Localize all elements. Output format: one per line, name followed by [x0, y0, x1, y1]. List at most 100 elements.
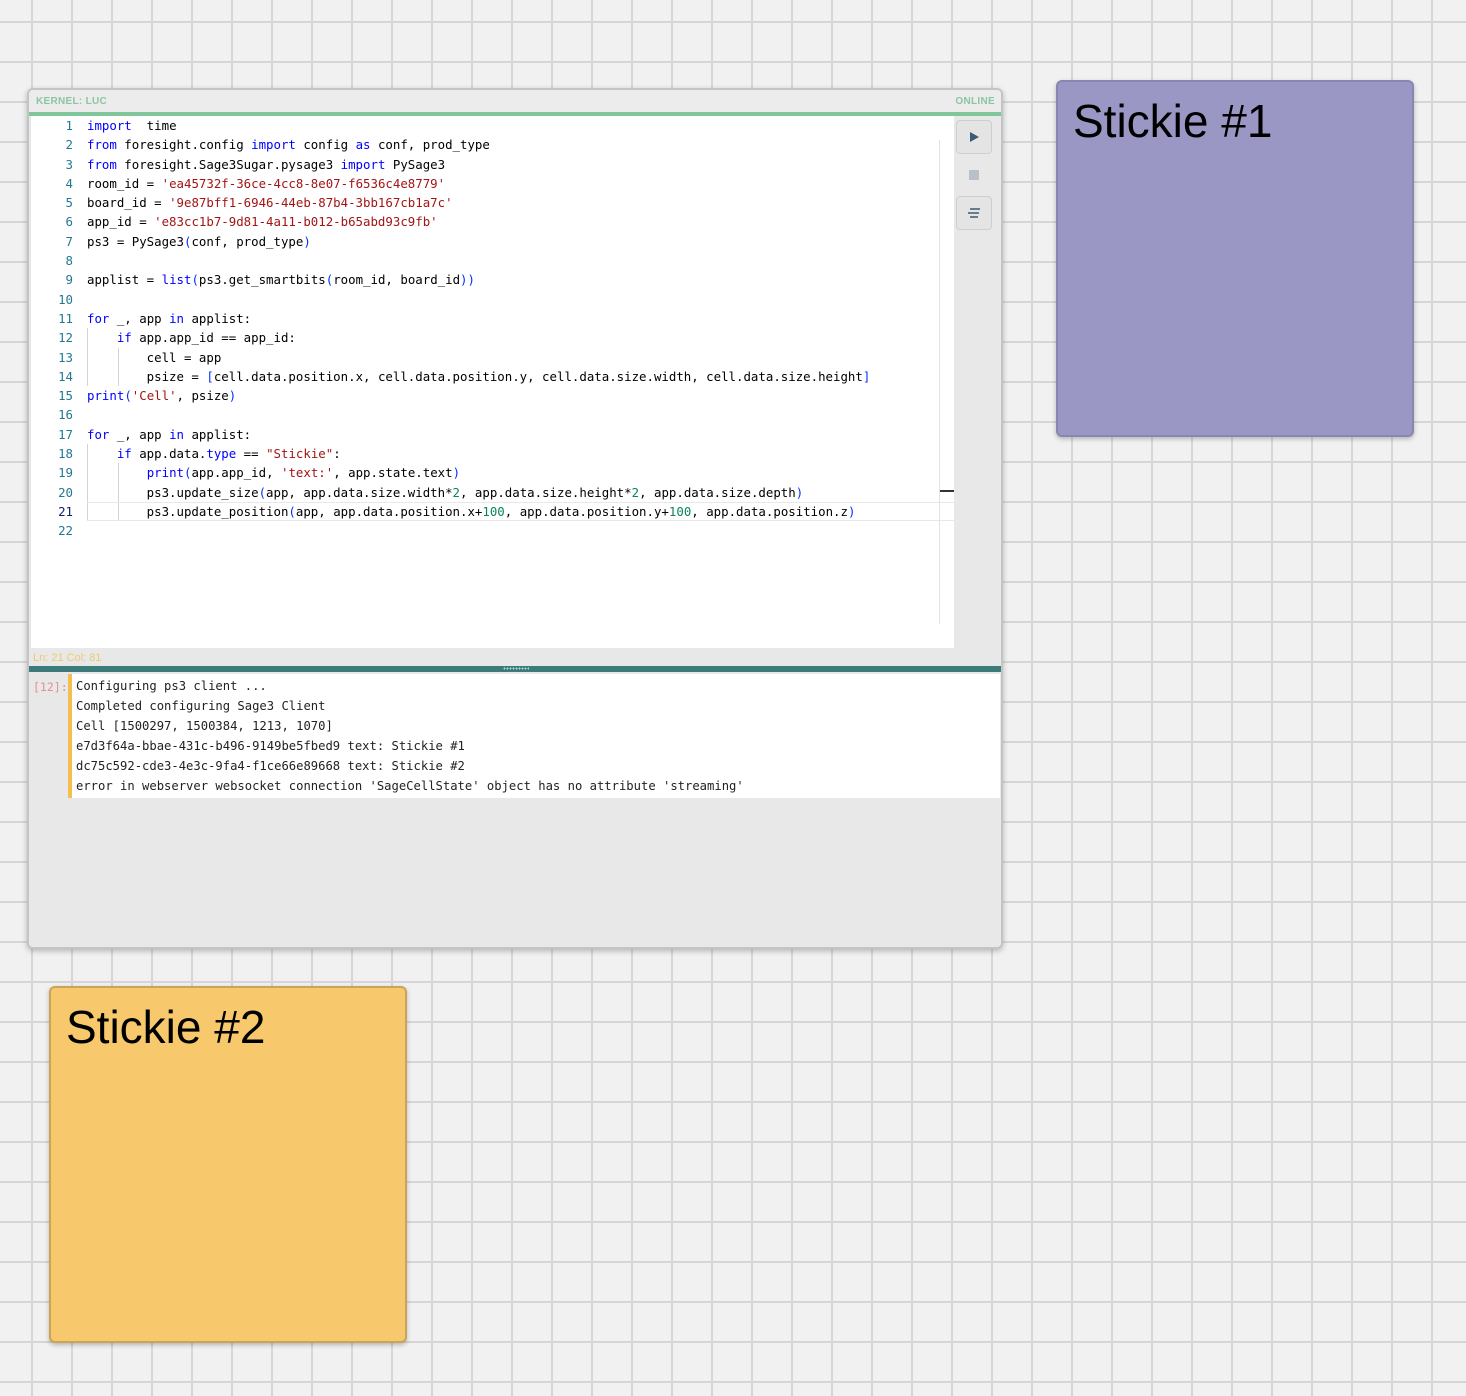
line-number: 11: [58, 310, 73, 326]
code-text[interactable]: cell = app: [87, 347, 954, 367]
code-text[interactable]: if app.app_id == app_id:: [87, 328, 954, 348]
output-line: dc75c592-cde3-4e3c-9fa4-f1ce66e89668 tex…: [76, 759, 465, 773]
code-line[interactable]: 6 app_id = 'e83cc1b7-9d81-4a11-b012-b65ab…: [31, 212, 954, 231]
code-token: (: [258, 484, 267, 500]
indent-guide: [87, 463, 88, 483]
code-text[interactable]: import time: [87, 116, 954, 135]
kernel-label[interactable]: KERNEL: LUC: [36, 96, 107, 107]
code-token: import: [340, 156, 386, 172]
code-line[interactable]: 15 print('Cell', psize): [31, 386, 954, 405]
code-line[interactable]: 8: [31, 251, 954, 270]
code-lines[interactable]: 1 import time 2 from foresight.config impor…: [31, 116, 954, 541]
code-token: PySage3: [385, 156, 446, 172]
code-line[interactable]: 22: [31, 521, 954, 540]
code-text[interactable]: from foresight.config import config as c…: [87, 135, 954, 154]
code-line[interactable]: 5 board_id = '9e87bff1-6946-44eb-87b4-3bb…: [31, 193, 954, 212]
code-editor[interactable]: 1 import time 2 from foresight.config impor…: [31, 116, 954, 648]
code-line[interactable]: 10: [31, 290, 954, 309]
code-line[interactable]: 11 for _, app in applist:: [31, 309, 954, 328]
code-text[interactable]: applist = list(ps3.get_smartbits(room_id…: [87, 270, 954, 289]
editor-scrollbar[interactable]: [939, 140, 940, 624]
stickie-2-text[interactable]: Stickie #2: [66, 1000, 265, 1054]
line-number: 10: [58, 291, 73, 307]
code-token: app_id =: [87, 214, 155, 230]
format-button[interactable]: [956, 196, 992, 230]
sage-cell-window[interactable]: KERNEL: LUC ONLINE 1 import time 2 from for…: [27, 88, 1003, 949]
indent-guide: [87, 444, 88, 464]
code-token: if: [116, 330, 132, 346]
code-line[interactable]: 3 from foresight.Sage3Sugar.pysage3 impor…: [31, 155, 954, 174]
code-line[interactable]: 4 room_id = 'ea45732f-36ce-4cc8-8e07-f653…: [31, 174, 954, 193]
code-token: ): [303, 233, 311, 249]
code-token: print: [146, 465, 184, 481]
code-text[interactable]: ps3.update_position(app, app.data.positi…: [87, 501, 954, 522]
run-button[interactable]: [956, 120, 992, 154]
code-text[interactable]: for _, app in applist:: [87, 309, 954, 328]
line-number: 14: [58, 368, 73, 384]
code-token: , app.data.size.depth: [639, 484, 796, 500]
drag-handle-icon[interactable]: [503, 667, 529, 670]
code-line[interactable]: 13 cell = app: [31, 347, 954, 367]
code-token: ps3 = PySage3: [87, 233, 184, 249]
code-line[interactable]: 12 if app.app_id == app_id:: [31, 328, 954, 348]
code-line[interactable]: 14 psize = [cell.data.position.x, cell.d…: [31, 366, 954, 387]
stickie-1-text[interactable]: Stickie #1: [1073, 94, 1272, 148]
code-line[interactable]: 7 ps3 = PySage3(conf, prod_type): [31, 232, 954, 251]
code-token: , app.state.text: [333, 465, 453, 481]
indent-guide: [117, 347, 119, 367]
code-text[interactable]: print('Cell', psize): [87, 386, 954, 405]
stickie-1[interactable]: Stickie #1: [1056, 80, 1414, 437]
code-text[interactable]: for _, app in applist:: [87, 425, 954, 444]
cursor-position: Ln: 21 Col: 81: [33, 652, 102, 664]
code-text[interactable]: print(app.app_id, 'text:', app.state.tex…: [87, 463, 954, 483]
code-line[interactable]: 20 ps3.update_size(app, app.data.size.wi…: [31, 482, 954, 502]
code-token: conf, prod_type: [370, 137, 490, 153]
code-text[interactable]: app_id = 'e83cc1b7-9d81-4a11-b012-b65abd…: [87, 212, 954, 231]
code-text[interactable]: room_id = 'ea45732f-36ce-4cc8-8e07-f6536…: [87, 174, 954, 193]
code-text[interactable]: ps3 = PySage3(conf, prod_type): [87, 232, 954, 251]
code-token: applist:: [184, 426, 252, 442]
indent-guide: [117, 502, 119, 521]
code-token: '9e87bff1-6946-44eb-87b4-3bb167cb1a7c': [169, 195, 453, 211]
output-box: Configuring ps3 client ... Completed conf…: [68, 674, 1000, 798]
line-number: 3: [65, 156, 73, 172]
code-line[interactable]: 9 applist = list(ps3.get_smartbits(room_i…: [31, 270, 954, 289]
code-text[interactable]: ps3.update_size(app, app.data.size.width…: [87, 482, 954, 502]
code-token: cell = app: [87, 349, 222, 365]
stickie-2[interactable]: Stickie #2: [49, 986, 407, 1343]
execution-count: [12]:: [33, 680, 68, 694]
indent-guide: [87, 482, 88, 502]
code-token: list: [161, 272, 192, 288]
line-number: 18: [58, 446, 73, 462]
code-token: , app.data.position.z: [691, 503, 848, 519]
code-token: in: [169, 310, 184, 326]
code-text[interactable]: board_id = '9e87bff1-6946-44eb-87b4-3bb1…: [87, 193, 954, 212]
line-number: 2: [65, 137, 73, 153]
code-line[interactable]: 18 if app.data.type == "Stickie":: [31, 444, 954, 464]
code-token: for: [87, 310, 110, 326]
code-line[interactable]: 17 for _, app in applist:: [31, 425, 954, 444]
format-lines-icon: [968, 208, 980, 218]
code-line[interactable]: 21 ps3.update_position(app, app.data.pos…: [31, 501, 954, 522]
line-number: 17: [58, 426, 73, 442]
code-line[interactable]: 1 import time: [31, 116, 954, 135]
code-token: room_id, board_id: [333, 272, 461, 288]
code-line[interactable]: 2 from foresight.config import config as …: [31, 135, 954, 154]
code-token: time: [131, 118, 177, 133]
output-line: e7d3f64a-bbae-431c-b496-9149be5fbed9 tex…: [76, 739, 465, 753]
code-text[interactable]: if app.data.type == "Stickie":: [87, 444, 954, 464]
code-token: , app.data.size.height*: [460, 484, 632, 500]
code-token: print: [87, 388, 125, 404]
code-token: ): [452, 465, 461, 481]
code-line[interactable]: 16: [31, 405, 954, 424]
code-token: as: [355, 137, 371, 153]
code-text[interactable]: psize = [cell.data.position.x, cell.data…: [87, 366, 954, 387]
code-line[interactable]: 19 print(app.app_id, 'text:', app.state.…: [31, 463, 954, 483]
code-token: )): [460, 272, 475, 288]
code-token: 'ea45732f-36ce-4cc8-8e07-f6536c4e8779': [161, 175, 446, 191]
stop-button[interactable]: [956, 158, 992, 192]
code-token: ==: [236, 446, 267, 462]
code-token: (: [124, 388, 132, 404]
code-token: 100: [668, 503, 692, 519]
code-text[interactable]: from foresight.Sage3Sugar.pysage3 import…: [87, 155, 954, 174]
